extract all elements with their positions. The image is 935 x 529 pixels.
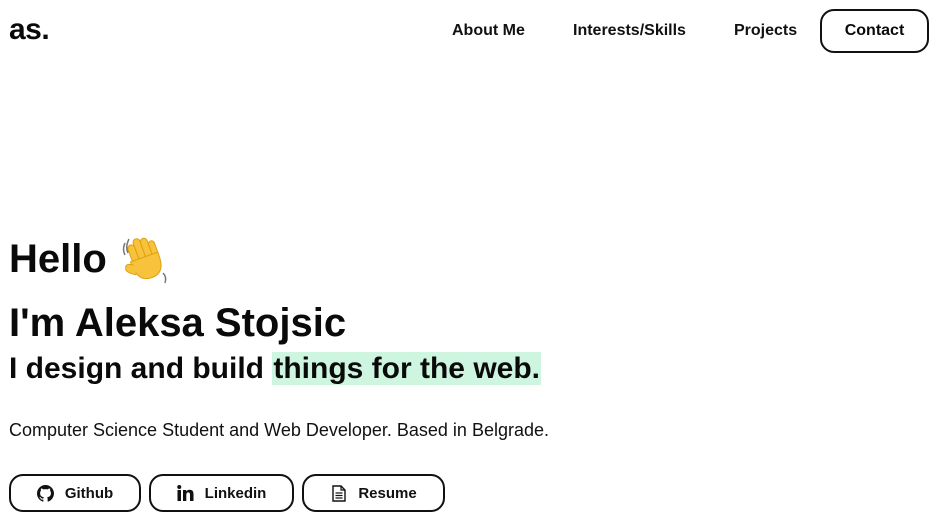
resume-label: Resume (358, 484, 417, 502)
hero-greeting: Hello (9, 232, 171, 286)
nav-projects[interactable]: Projects (734, 9, 797, 53)
nav-interests-skills[interactable]: Interests/Skills (573, 9, 686, 53)
resume-button[interactable]: Resume (302, 474, 445, 512)
linkedin-icon (177, 484, 195, 502)
waving-hand-icon (119, 233, 171, 285)
linkedin-label: Linkedin (204, 484, 267, 502)
logo[interactable]: as. (9, 12, 50, 48)
tagline-highlight: things for the web. (272, 352, 542, 385)
hero-description: Computer Science Student and Web Develop… (9, 420, 549, 440)
nav-about-me[interactable]: About Me (452, 9, 525, 53)
tagline-prefix: I design and build (9, 352, 273, 385)
github-icon (37, 484, 55, 502)
github-button[interactable]: Github (9, 474, 141, 512)
contact-button[interactable]: Contact (820, 9, 929, 53)
linkedin-button[interactable]: Linkedin (149, 474, 294, 512)
document-icon (330, 484, 348, 502)
github-label: Github (64, 484, 114, 502)
greeting-text: Hello (9, 237, 107, 281)
hero-name: I'm Aleksa Stojsic (9, 301, 347, 345)
hero-tagline: I design and build things for the web. (9, 350, 542, 388)
